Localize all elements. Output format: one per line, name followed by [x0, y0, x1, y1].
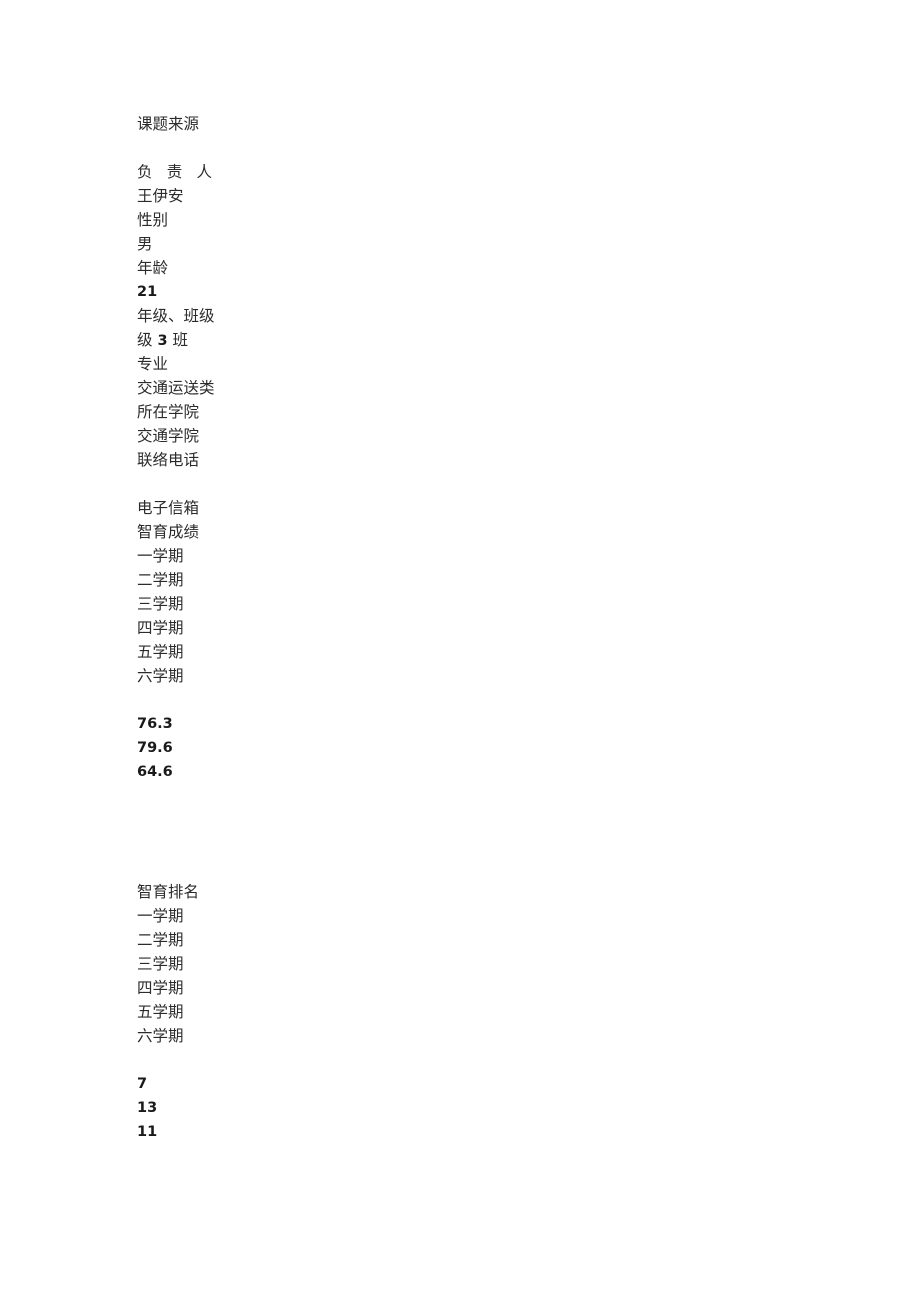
- grade-class-prefix: 级: [137, 331, 153, 349]
- rank-semester-label-6: 六学期: [137, 1027, 184, 1045]
- document-text-body: 课题来源 负 责 人 王伊安 性别 男 年龄 21 年级、班级 级 3 班 专业…: [137, 112, 837, 1216]
- rank-value-2: 13: [137, 1100, 158, 1116]
- label-leader: 负 责 人: [137, 163, 217, 181]
- label-grade-class: 年级、班级: [137, 307, 215, 325]
- heading-academic-scores: 智育成绩: [137, 523, 200, 541]
- rank-value-3: 11: [137, 1124, 158, 1140]
- scores-semester-label-4: 四学期: [137, 619, 184, 637]
- label-college: 所在学院: [137, 403, 200, 421]
- heading-academic-rank: 智育排名: [137, 883, 200, 901]
- scores-semester-label-3: 三学期: [137, 595, 184, 613]
- rank-semester-label-4: 四学期: [137, 979, 184, 997]
- document-page: 课题来源 负 责 人 王伊安 性别 男 年龄 21 年级、班级 级 3 班 专业…: [0, 0, 920, 1302]
- scores-value-4: [137, 784, 837, 808]
- scores-semester-label-2: 二学期: [137, 571, 184, 589]
- rank-value-6: [137, 1192, 837, 1216]
- rank-value-1: 7: [137, 1076, 148, 1092]
- scores-value-5: [137, 808, 837, 832]
- scores-semester-label-6: 六学期: [137, 667, 184, 685]
- label-email: 电子信箱: [137, 499, 200, 517]
- heading-topic-source: 课题来源: [137, 115, 200, 133]
- label-phone: 联络电话: [137, 451, 200, 469]
- value-college: 交通学院: [137, 427, 200, 445]
- rank-semester-label-5: 五学期: [137, 1003, 184, 1021]
- rank-semester-label-2: 二学期: [137, 931, 184, 949]
- label-age: 年龄: [137, 259, 169, 277]
- scores-value-3: 64.6: [137, 764, 173, 780]
- value-major: 交通运送类: [137, 379, 215, 397]
- rank-value-5: [137, 1168, 837, 1192]
- rank-value-4: [137, 1144, 837, 1168]
- value-gender: 男: [137, 235, 153, 253]
- grade-class-digit: 3: [157, 333, 168, 349]
- grade-class-suffix: 班: [172, 331, 188, 349]
- value-phone: [137, 472, 837, 496]
- scores-semester-label-5: 五学期: [137, 643, 184, 661]
- value-grade-class: 级 3 班: [137, 328, 837, 352]
- scores-value-1: 76.3: [137, 716, 173, 732]
- scores-value-6: [137, 832, 837, 856]
- label-gender: 性别: [137, 211, 169, 229]
- rank-semester-label-3: 三学期: [137, 955, 184, 973]
- scores-value-2: 79.6: [137, 740, 173, 756]
- value-leader-name: 王伊安: [137, 187, 184, 205]
- scores-semester-label-1: 一学期: [137, 547, 184, 565]
- label-major: 专业: [137, 355, 169, 373]
- rank-semester-label-1: 一学期: [137, 907, 184, 925]
- value-age: 21: [137, 284, 158, 300]
